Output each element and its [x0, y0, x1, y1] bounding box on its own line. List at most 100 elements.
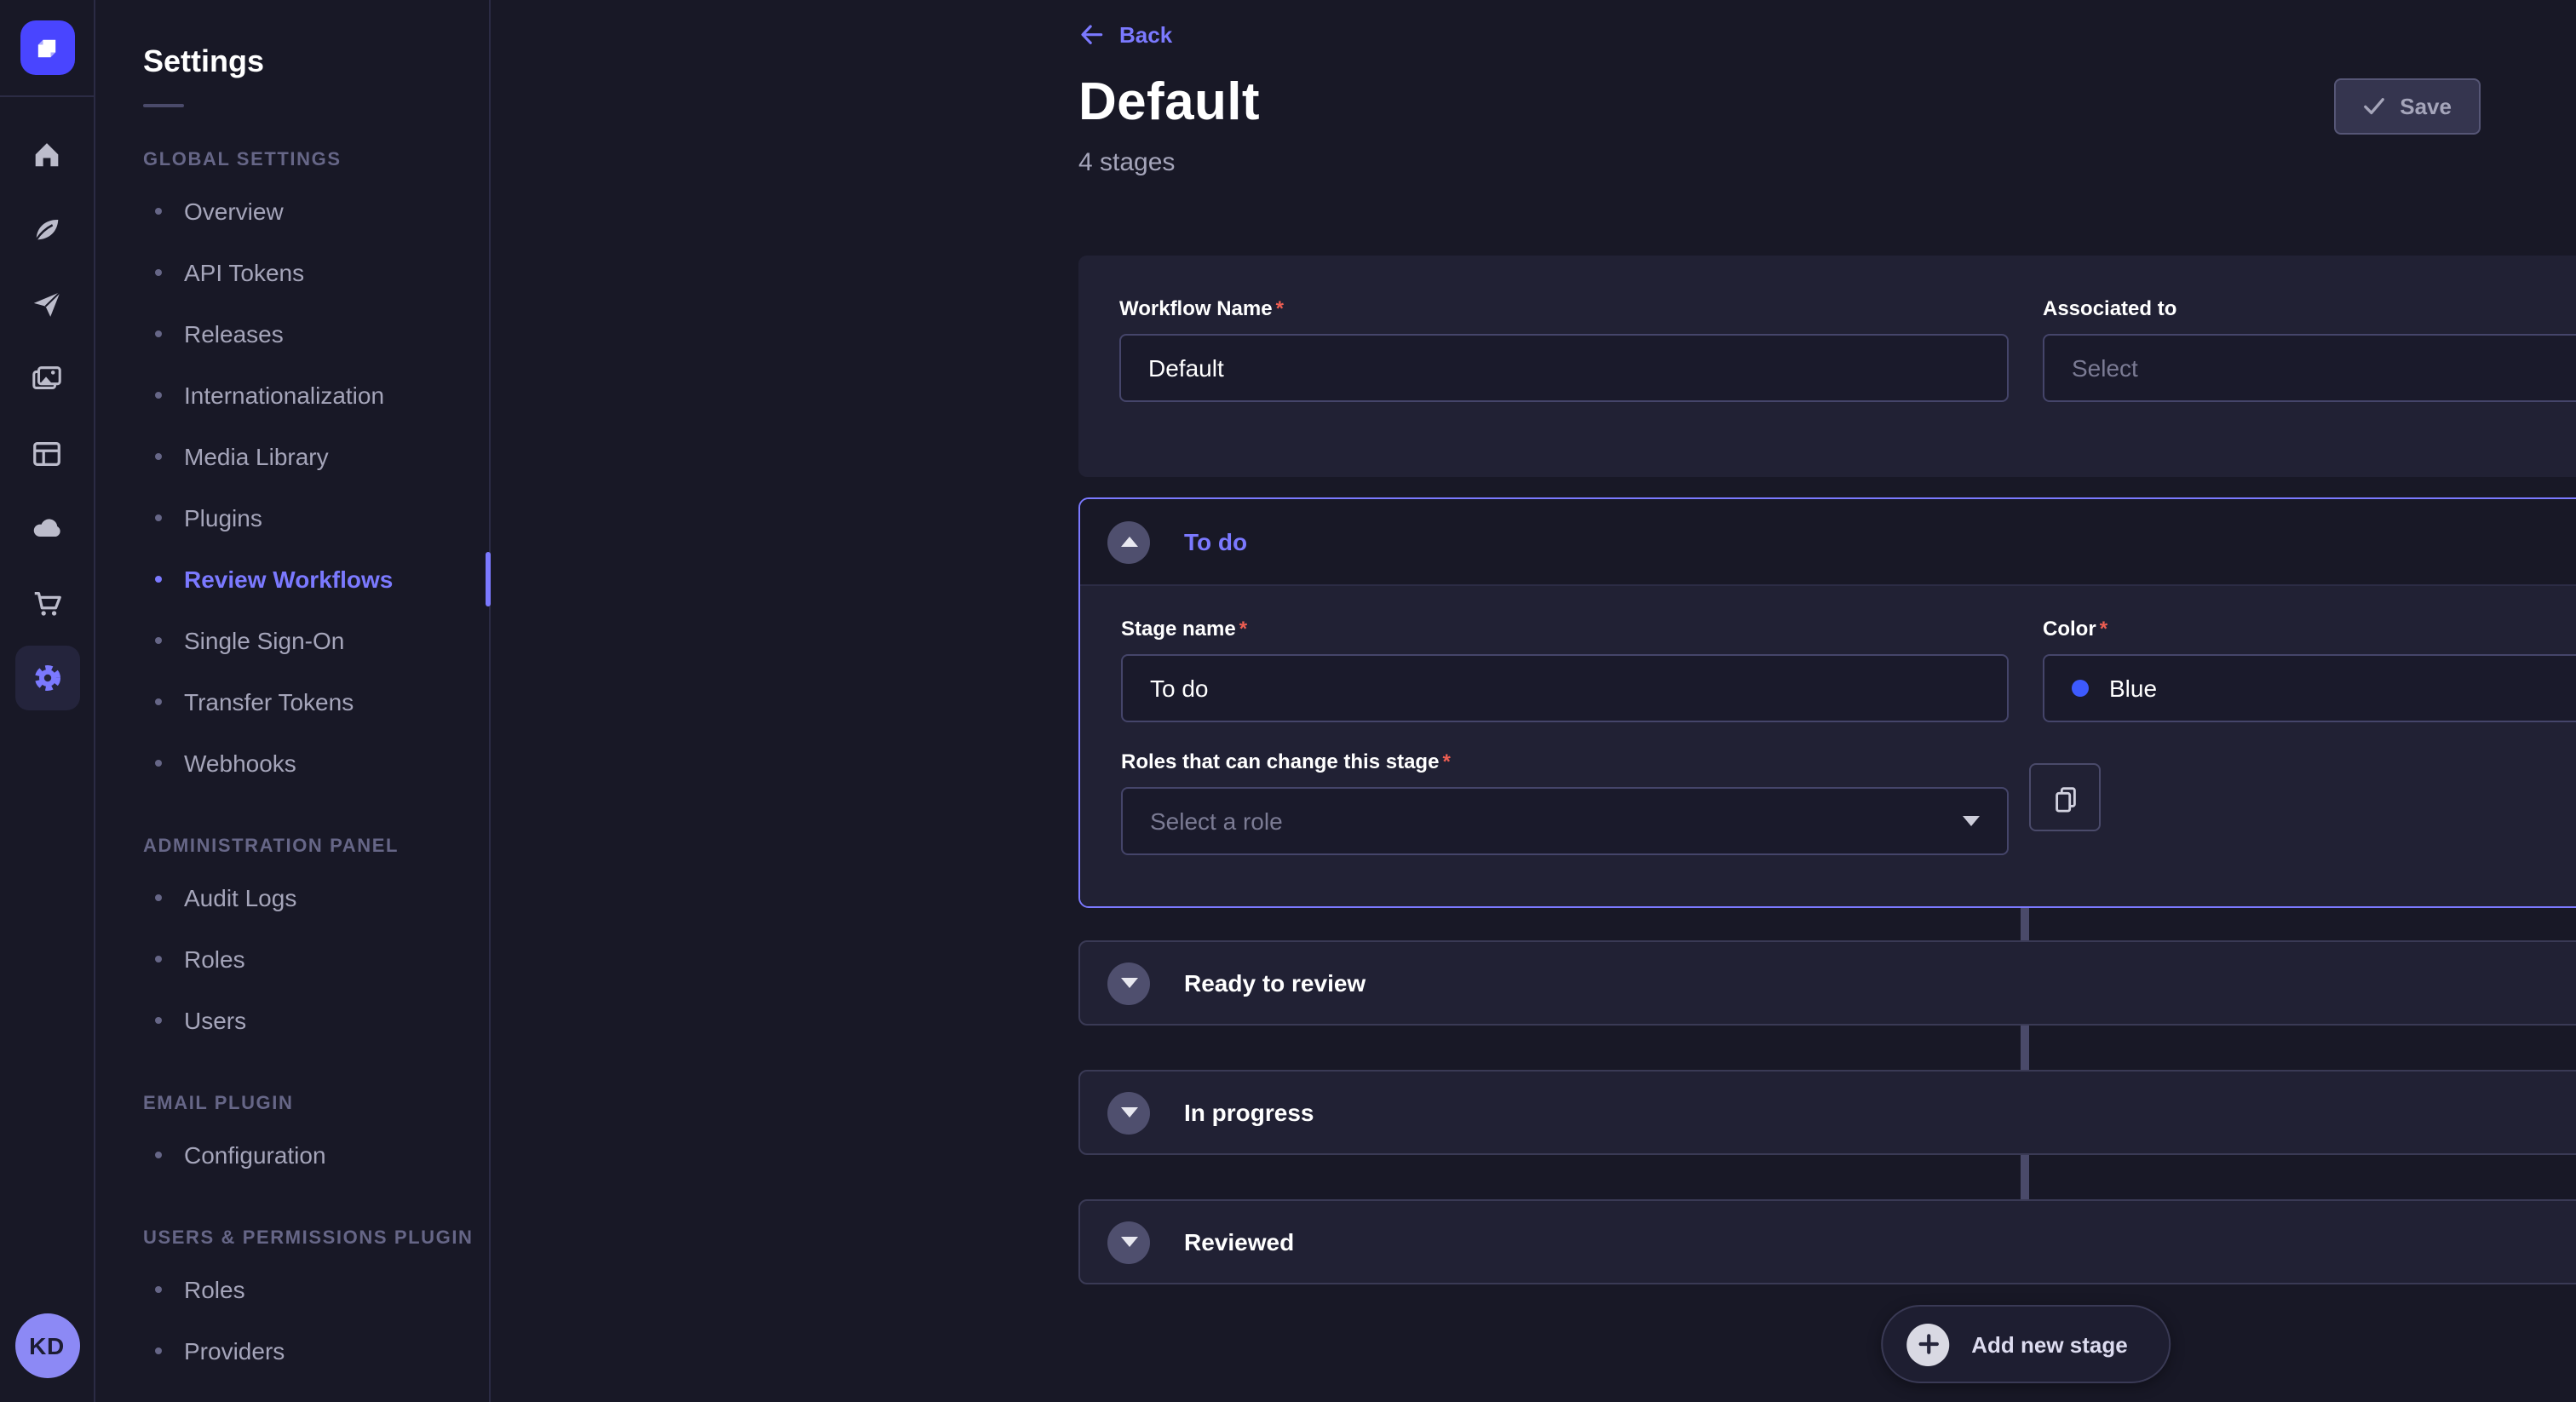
- sidebar-item-releases[interactable]: Releases: [143, 303, 489, 365]
- sidebar-item-transfer-tokens[interactable]: Transfer Tokens: [143, 671, 489, 733]
- rail-item-media-library-icon[interactable]: [14, 346, 79, 411]
- home-icon: [31, 137, 63, 170]
- stage-row-in-progress[interactable]: In progress: [1078, 1070, 2576, 1155]
- sidebar-item-webhooks[interactable]: Webhooks: [143, 733, 489, 794]
- sidebar-item-label: Users: [184, 1007, 246, 1034]
- sidebar-item-roles[interactable]: Roles: [143, 928, 489, 990]
- active-indicator: [486, 552, 491, 606]
- sidebar-item-label: Single Sign-On: [184, 627, 344, 654]
- sidebar-item-label: Review Workflows: [184, 566, 393, 593]
- rail-nav: [14, 121, 79, 710]
- add-new-stage-button[interactable]: Add new stage: [1881, 1305, 2171, 1383]
- stage-panel-header[interactable]: To do: [1080, 499, 2576, 584]
- stage-name-label: Stage name*: [1121, 617, 2009, 641]
- rail-item-settings-icon[interactable]: [14, 646, 79, 710]
- rail-item-deploy-icon[interactable]: [14, 496, 79, 560]
- expand-stage-button[interactable]: [1107, 1091, 1150, 1134]
- nav-section-label: USERS & PERMISSIONS PLUGIN: [143, 1228, 489, 1249]
- required-marker: *: [1442, 750, 1450, 773]
- stage-row-ready-to-review[interactable]: Ready to review: [1078, 940, 2576, 1026]
- bullet-icon: [155, 956, 162, 962]
- stage-panel-title: To do: [1184, 528, 1247, 555]
- sidebar-item-label: API Tokens: [184, 259, 304, 286]
- collapse-stage-button[interactable]: [1107, 520, 1150, 563]
- stage-name-input[interactable]: To do: [1121, 654, 2009, 722]
- strapi-admin-app: KD Settings GLOBAL SETTINGSOverviewAPI T…: [0, 0, 2576, 1402]
- bullet-icon: [155, 208, 162, 215]
- stage-color-field: Color* Blue: [2043, 617, 2576, 722]
- sidebar-item-label: Media Library: [184, 443, 329, 470]
- rail-item-releases-icon[interactable]: [14, 271, 79, 336]
- stage-name-field: Stage name* To do: [1121, 617, 2009, 722]
- settings-sidebar: Settings GLOBAL SETTINGSOverviewAPI Toke…: [97, 0, 491, 1402]
- sidebar-item-internationalization[interactable]: Internationalization: [143, 365, 489, 426]
- stage-color-select[interactable]: Blue: [2043, 654, 2576, 722]
- stage-roles-select[interactable]: Select a role: [1121, 787, 2009, 855]
- sidebar-item-label: Webhooks: [184, 750, 296, 777]
- sidebar-item-review-workflows[interactable]: Review Workflows: [143, 549, 489, 610]
- chevron-down-icon: [1120, 978, 1137, 988]
- nav-list: Overview API Tokens ReleasesInternationali…: [143, 181, 489, 794]
- chevron-down-icon: [1120, 1107, 1137, 1118]
- duplicate-roles-button[interactable]: [2029, 763, 2101, 831]
- stage-panel-body: Stage name* To do Color* Blue Ro: [1080, 584, 2576, 906]
- sidebar-item-users[interactable]: Users: [143, 990, 489, 1051]
- sidebar-item-label: Providers: [184, 1337, 285, 1365]
- rail-item-content-type-builder-icon[interactable]: [14, 421, 79, 486]
- content-manager-icon: [31, 212, 63, 244]
- nav-section-label: ADMINISTRATION PANEL: [143, 836, 489, 857]
- sidebar-item-overview[interactable]: Overview: [143, 181, 489, 242]
- sidebar-item-label: Roles: [184, 945, 245, 973]
- sidebar-item-label: Overview: [184, 198, 284, 225]
- stage-row-label: In progress: [1184, 1099, 1314, 1126]
- save-button[interactable]: Save: [2333, 78, 2481, 135]
- workflow-name-input[interactable]: Default: [1119, 334, 2009, 402]
- expand-stage-button[interactable]: [1107, 1221, 1150, 1263]
- strapi-logo-glyph: [32, 33, 61, 62]
- strapi-logo[interactable]: [20, 20, 74, 75]
- rail-item-home-icon[interactable]: [14, 121, 79, 186]
- sidebar-item-single-sign-on[interactable]: Single Sign-On: [143, 610, 489, 671]
- stage-row-reviewed[interactable]: Reviewed: [1078, 1199, 2576, 1284]
- page-subtitle: 4 stages: [1078, 148, 1175, 177]
- stage-panel-todo: To do Stage name* To do: [1078, 497, 2576, 908]
- stage-row-label: Reviewed: [1184, 1228, 1294, 1255]
- sidebar-item-media-library[interactable]: Media Library: [143, 426, 489, 487]
- bullet-icon: [155, 453, 162, 460]
- stage-roles-field: Roles that can change this stage* Select…: [1121, 750, 2009, 855]
- nav-list: Roles Providers: [143, 1259, 489, 1382]
- associated-to-select[interactable]: Select: [2043, 334, 2576, 402]
- check-icon: [2362, 95, 2384, 118]
- bullet-icon: [155, 1286, 162, 1293]
- stage-roles-label: Roles that can change this stage*: [1121, 750, 2009, 773]
- sidebar-item-configuration[interactable]: Configuration: [143, 1124, 489, 1186]
- user-avatar[interactable]: KD: [14, 1313, 79, 1378]
- bullet-icon: [155, 637, 162, 644]
- sidebar-item-plugins[interactable]: Plugins: [143, 487, 489, 549]
- bullet-icon: [155, 514, 162, 521]
- bullet-icon: [155, 1347, 162, 1354]
- rail-divider: [0, 95, 95, 97]
- sidebar-item-providers[interactable]: Providers: [143, 1320, 489, 1382]
- rail-item-marketplace-icon[interactable]: [14, 571, 79, 635]
- sidebar-item-api-tokens[interactable]: API Tokens: [143, 242, 489, 303]
- settings-icon: [30, 661, 64, 695]
- color-swatch-blue: [2072, 680, 2089, 697]
- bullet-icon: [155, 1017, 162, 1024]
- main-nav-rail: KD: [0, 0, 95, 1402]
- stage-color-label: Color*: [2043, 617, 2576, 641]
- back-link[interactable]: Back: [1078, 22, 1172, 48]
- nav-list: Audit Logs Roles Users: [143, 867, 489, 1051]
- deploy-icon: [30, 511, 64, 545]
- sidebar-item-label: Transfer Tokens: [184, 688, 354, 715]
- settings-nav: GLOBAL SETTINGSOverviewAPI TokensRelease…: [143, 150, 489, 1382]
- title-underline: [143, 104, 184, 107]
- sidebar-item-audit-logs[interactable]: Audit Logs: [143, 867, 489, 928]
- sidebar-item-roles[interactable]: Roles: [143, 1259, 489, 1320]
- rail-item-content-manager-icon[interactable]: [14, 196, 79, 261]
- bullet-icon: [155, 1152, 162, 1158]
- releases-icon: [31, 287, 63, 319]
- bullet-icon: [155, 330, 162, 337]
- chevron-down-icon: [1963, 816, 1980, 826]
- expand-stage-button[interactable]: [1107, 962, 1150, 1004]
